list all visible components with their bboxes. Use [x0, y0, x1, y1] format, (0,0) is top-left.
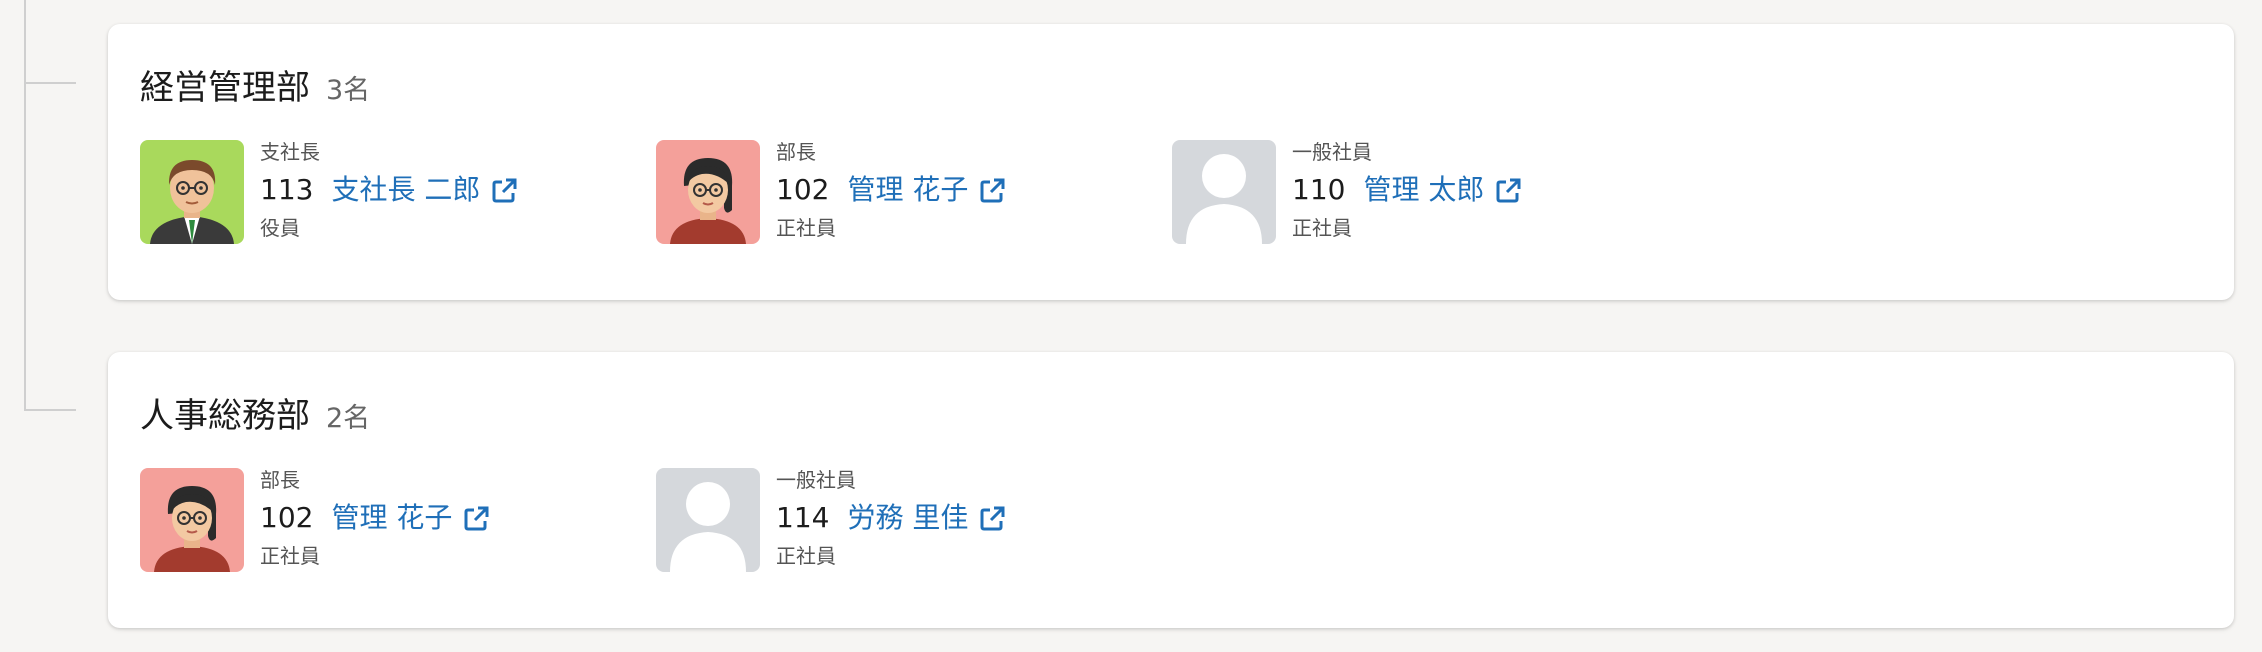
member-name-link[interactable]: 管理 花子	[331, 498, 452, 538]
department-header: 人事総務部 2名	[140, 388, 370, 437]
department-member-count: 3名	[326, 75, 371, 106]
member-name-link[interactable]: 管理 太郎	[1363, 170, 1484, 210]
org-tree-branch	[24, 82, 76, 84]
member-info: 部長 102 管理 花子 正社員	[776, 140, 1006, 240]
member-name-link[interactable]: 支社長 二郎	[331, 170, 480, 210]
member-info: 部長 102 管理 花子 正社員	[260, 468, 490, 568]
member-employee-id: 113	[260, 173, 314, 206]
member-employment-type: 役員	[260, 216, 300, 240]
woman-avatar	[656, 140, 760, 244]
external-link-icon[interactable]	[1494, 176, 1522, 204]
department-header: 経営管理部 3名	[140, 60, 370, 109]
member-name-link[interactable]: 管理 花子	[847, 170, 968, 210]
member-employee-id: 102	[776, 173, 830, 206]
external-link-icon[interactable]	[490, 176, 518, 204]
member-position: 一般社員	[776, 468, 856, 492]
org-tree-line	[24, 0, 26, 410]
member-employment-type: 正社員	[1292, 216, 1352, 240]
man-avatar	[140, 140, 244, 244]
placeholder-avatar	[1172, 140, 1276, 244]
member-employee-id: 114	[776, 501, 830, 534]
department-member-count: 2名	[326, 403, 371, 434]
member-employee-id: 110	[1292, 173, 1346, 206]
external-link-icon[interactable]	[462, 504, 490, 532]
department-card: 人事総務部 2名 部長 102 管理 花子 正社員 一般社員 114 労務 里佳…	[108, 352, 2234, 628]
member-employment-type: 正社員	[260, 544, 320, 568]
member-position: 部長	[260, 468, 300, 492]
woman-avatar	[140, 468, 244, 572]
member-employment-type: 正社員	[776, 216, 836, 240]
department-card: 経営管理部 3名 支社長 113 支社長 二郎 役員 部長 102 管理 花子 …	[108, 24, 2234, 300]
member-employment-type: 正社員	[776, 544, 836, 568]
member-position: 一般社員	[1292, 140, 1372, 164]
member-info: 一般社員 114 労務 里佳 正社員	[776, 468, 1006, 568]
member-position: 部長	[776, 140, 816, 164]
org-tree-branch	[24, 409, 76, 411]
member-info: 支社長 113 支社長 二郎 役員	[260, 140, 518, 240]
member-name-link[interactable]: 労務 里佳	[847, 498, 968, 538]
placeholder-avatar	[656, 468, 760, 572]
member-info: 一般社員 110 管理 太郎 正社員	[1292, 140, 1522, 240]
member-employee-id: 102	[260, 501, 314, 534]
external-link-icon[interactable]	[978, 504, 1006, 532]
external-link-icon[interactable]	[978, 176, 1006, 204]
department-name: 経営管理部	[140, 68, 310, 108]
member-position: 支社長	[260, 140, 320, 164]
department-name: 人事総務部	[140, 396, 310, 436]
